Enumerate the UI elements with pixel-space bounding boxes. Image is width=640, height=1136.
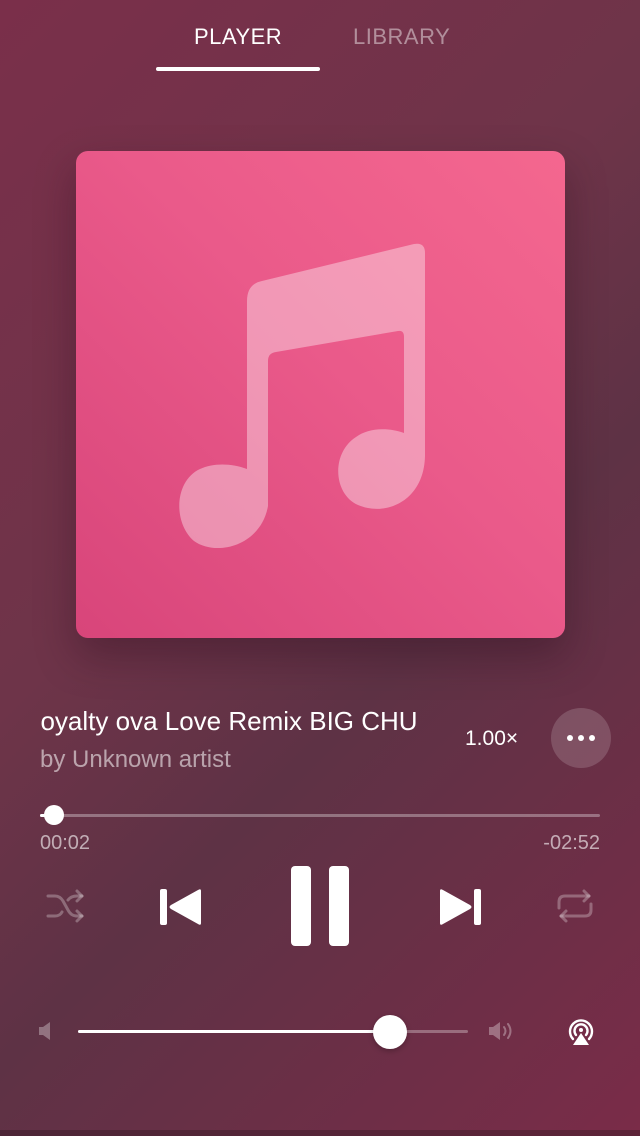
volume-knob[interactable]: [373, 1015, 407, 1049]
tab-bar: PLAYER LIBRARY: [0, 0, 640, 80]
active-tab-indicator: [156, 67, 320, 71]
volume-fill: [78, 1030, 390, 1033]
pause-icon: [291, 866, 349, 946]
playback-speed-button[interactable]: 1.00×: [465, 727, 518, 751]
more-button[interactable]: [551, 708, 611, 768]
volume-high-icon-wrap: [488, 1020, 516, 1042]
artist-name: by Unknown artist: [40, 746, 231, 773]
tab-library[interactable]: LIBRARY: [353, 24, 450, 50]
music-note-icon: [179, 243, 425, 549]
more-dots-icon-dot: [589, 735, 595, 741]
progress-knob[interactable]: [44, 805, 64, 825]
album-artwork: [76, 151, 565, 638]
volume-slider[interactable]: [78, 1030, 468, 1033]
next-button[interactable]: [439, 888, 481, 926]
repeat-icon: [557, 889, 593, 923]
airplay-icon: [568, 1019, 594, 1045]
previous-track-icon: [160, 889, 201, 925]
elapsed-time: 00:02: [40, 832, 91, 854]
shuffle-button[interactable]: [46, 888, 86, 924]
volume-low-icon-wrap: [38, 1021, 54, 1041]
tab-player[interactable]: PLAYER: [194, 24, 282, 50]
previous-button[interactable]: [160, 888, 202, 926]
repeat-button[interactable]: [555, 888, 595, 924]
more-dots-icon-dot: [578, 735, 584, 741]
remaining-time: -02:52: [543, 832, 600, 854]
track-title: Loyalty ova Love Remix BIG CHU: [40, 706, 418, 736]
volume-high-icon: [489, 1022, 512, 1040]
pause-button[interactable]: [289, 866, 351, 946]
next-track-icon: [440, 889, 481, 925]
volume-low-icon: [39, 1022, 50, 1040]
progress-slider[interactable]: [40, 814, 600, 817]
track-title-marquee: Loyalty ova Love Remix BIG CHU: [40, 702, 436, 742]
home-indicator-strip: [0, 1130, 640, 1136]
airplay-button[interactable]: [565, 1015, 597, 1047]
more-dots-icon: [567, 735, 573, 741]
shuffle-icon: [46, 889, 84, 923]
